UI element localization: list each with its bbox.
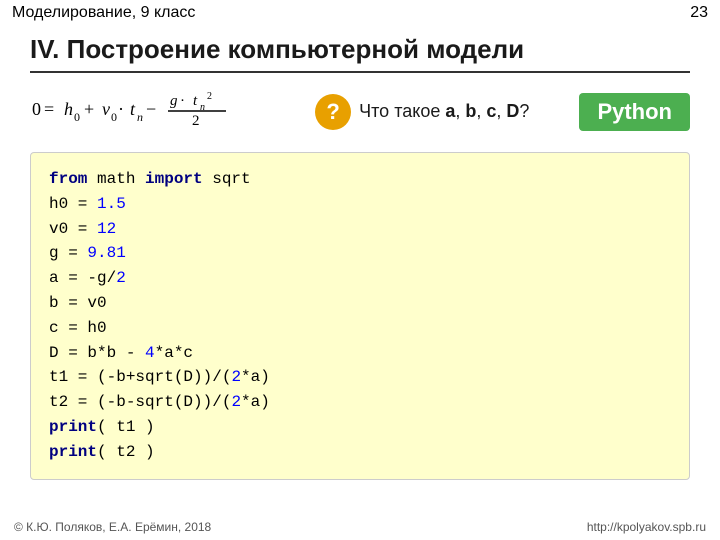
- svg-text:0: 0: [111, 110, 117, 124]
- svg-text:0: 0: [74, 110, 80, 124]
- code-line: print( t1 ): [49, 415, 671, 440]
- formula: 0 = h 0 + v 0 · t n − g ·: [30, 83, 250, 140]
- footer-left: © К.Ю. Поляков, Е.А. Ерёмин, 2018: [14, 520, 211, 534]
- svg-text:·: ·: [180, 93, 185, 109]
- svg-text:n: n: [137, 110, 143, 124]
- slide-number: 23: [690, 4, 708, 22]
- code-line: h0 = 1.5: [49, 192, 671, 217]
- svg-text:=: =: [44, 99, 54, 119]
- question-icon: ?: [315, 94, 351, 130]
- code-line: b = v0: [49, 291, 671, 316]
- svg-text:t: t: [130, 99, 136, 119]
- code-line: v0 = 12: [49, 217, 671, 242]
- code-line: D = b*b - 4*a*c: [49, 341, 671, 366]
- code-line: g = 9.81: [49, 241, 671, 266]
- header-title: Моделирование, 9 класс: [12, 4, 195, 22]
- svg-text:h: h: [64, 99, 73, 119]
- svg-text:·: ·: [118, 99, 124, 119]
- python-label: Python: [579, 93, 690, 131]
- svg-text:n: n: [200, 102, 205, 113]
- page-title: IV. Построение компьютерной модели: [30, 34, 690, 73]
- code-line: a = -g/2: [49, 266, 671, 291]
- code-line: t1 = (-b+sqrt(D))/(2*a): [49, 365, 671, 390]
- footer-right: http://kpolyakov.spb.ru: [587, 520, 706, 534]
- code-block: from math import sqrt h0 = 1.5 v0 = 12 g…: [30, 152, 690, 480]
- code-line: t2 = (-b-sqrt(D))/(2*a): [49, 390, 671, 415]
- code-line: print( t2 ): [49, 440, 671, 465]
- svg-text:v: v: [102, 99, 110, 119]
- code-line: from math import sqrt: [49, 167, 671, 192]
- svg-text:g: g: [170, 93, 178, 109]
- svg-text:2: 2: [192, 113, 200, 129]
- svg-text:+: +: [84, 99, 94, 119]
- svg-text:2: 2: [207, 91, 212, 102]
- svg-text:−: −: [146, 99, 156, 119]
- code-line: c = h0: [49, 316, 671, 341]
- svg-text:0: 0: [32, 99, 41, 119]
- svg-text:t: t: [193, 93, 198, 109]
- question-text: Что такое a, b, c, D?: [359, 101, 529, 122]
